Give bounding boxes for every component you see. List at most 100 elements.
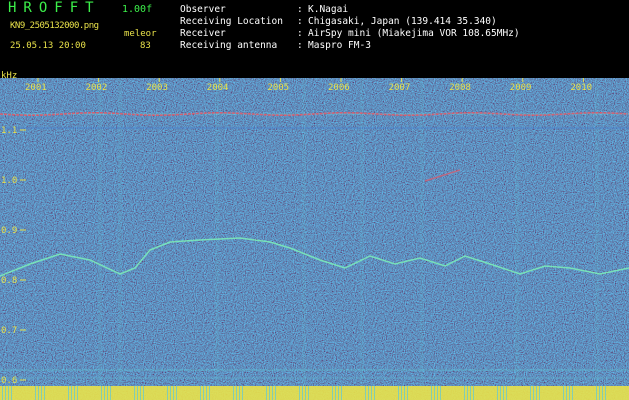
strip-mark [500,386,501,400]
strip-mark [266,386,267,400]
strip-mark [434,386,435,400]
strip-mark [407,386,408,400]
strip-mark [572,386,573,400]
strip-mark [275,386,276,400]
strip-mark [596,386,597,400]
strip-mark [431,386,432,400]
y-tick-label: 0.8 [1,276,17,286]
app-title: HROFFT [8,0,101,16]
strip-mark [602,386,603,400]
strip-mark [140,386,141,400]
x-tick-label: 2007 [389,83,411,93]
mode-label: meleor [124,29,157,39]
y-tick-label: 0.7 [1,326,17,336]
strip-mark [464,386,465,400]
meta-value-receiver: AirSpy mini (Miakejima VOR 108.65MHz) [308,28,520,39]
strip-mark [398,386,399,400]
strip-mark [368,386,369,400]
strip-mark [299,386,300,400]
meta-label-receiver: Receiver [180,28,226,39]
strip-mark [437,386,438,400]
strip-mark [530,386,531,400]
strip-mark [110,386,111,400]
strip-mark [269,386,270,400]
strip-mark [167,386,168,400]
strip-mark [374,386,375,400]
strip-mark [74,386,75,400]
x-tick-label: 2006 [328,83,350,93]
meta-label-observer: Observer [180,4,226,15]
meta-label-location: Receiving Location [180,16,283,27]
strip-mark [209,386,210,400]
strip-mark [371,386,372,400]
strip-mark [38,386,39,400]
vertical-band [515,78,519,386]
strip-mark [233,386,234,400]
y-tick-label: 1.1 [1,126,17,136]
strip-mark [2,386,3,400]
vertical-band [420,78,424,386]
strip-mark [68,386,69,400]
strip-mark [200,386,201,400]
strip-mark [401,386,402,400]
strip-mark [566,386,567,400]
x-tick-label: 2001 [25,83,47,93]
bottom-strip [0,386,629,400]
meta-value-antenna: Maspro FM-3 [308,40,371,51]
vertical-band [595,78,599,386]
spectrogram-plot: 1.1 1.0 0.9 0.8 0.7 0.6 2001 2002 2003 2004 2005 2… [0,78,629,400]
strip-mark [440,386,441,400]
meta-colon: : [297,40,303,51]
strip-mark [41,386,42,400]
y-tick-label: 0.6 [1,376,17,386]
strip-mark [107,386,108,400]
strip-mark [134,386,135,400]
strip-mark [605,386,606,400]
strip-mark [143,386,144,400]
strip-mark [308,386,309,400]
header-panel: HROFFT 1.00f KN9_2505132000.png meleor 2… [0,0,629,78]
strip-mark [176,386,177,400]
vertical-band [302,78,306,386]
vertical-band [98,78,102,386]
strip-mark [104,386,105,400]
strip-mark [236,386,237,400]
strip-mark [404,386,405,400]
strip-mark [5,386,6,400]
strip-mark [338,386,339,400]
strip-mark [470,386,471,400]
strip-mark [506,386,507,400]
strip-mark [137,386,138,400]
strip-mark [239,386,240,400]
strip-mark [77,386,78,400]
y-tick-label: 1.0 [1,176,17,186]
strip-mark [305,386,306,400]
strip-mark [563,386,564,400]
strip-mark [71,386,72,400]
strip-mark [569,386,570,400]
filename-label: KN9_2505132000.png [10,21,99,31]
strip-mark [272,386,273,400]
strip-mark [341,386,342,400]
vertical-band [118,78,122,386]
x-tick-label: 2008 [449,83,471,93]
strip-mark [335,386,336,400]
x-tick-label: 2005 [267,83,289,93]
x-tick-label: 2002 [86,83,108,93]
strip-mark [497,386,498,400]
strip-mark [467,386,468,400]
strip-mark [8,386,9,400]
strip-mark [44,386,45,400]
x-tick-label: 2009 [510,83,532,93]
datetime-label: 25.05.13 20:00 [10,41,86,51]
meta-colon: : [297,16,303,27]
meta-label-antenna: Receiving antenna [180,40,278,51]
strip-mark [536,386,537,400]
strip-mark [365,386,366,400]
strip-mark [302,386,303,400]
strip-mark [101,386,102,400]
strip-mark [332,386,333,400]
strip-mark [242,386,243,400]
strip-mark [533,386,534,400]
vertical-band [215,78,219,386]
